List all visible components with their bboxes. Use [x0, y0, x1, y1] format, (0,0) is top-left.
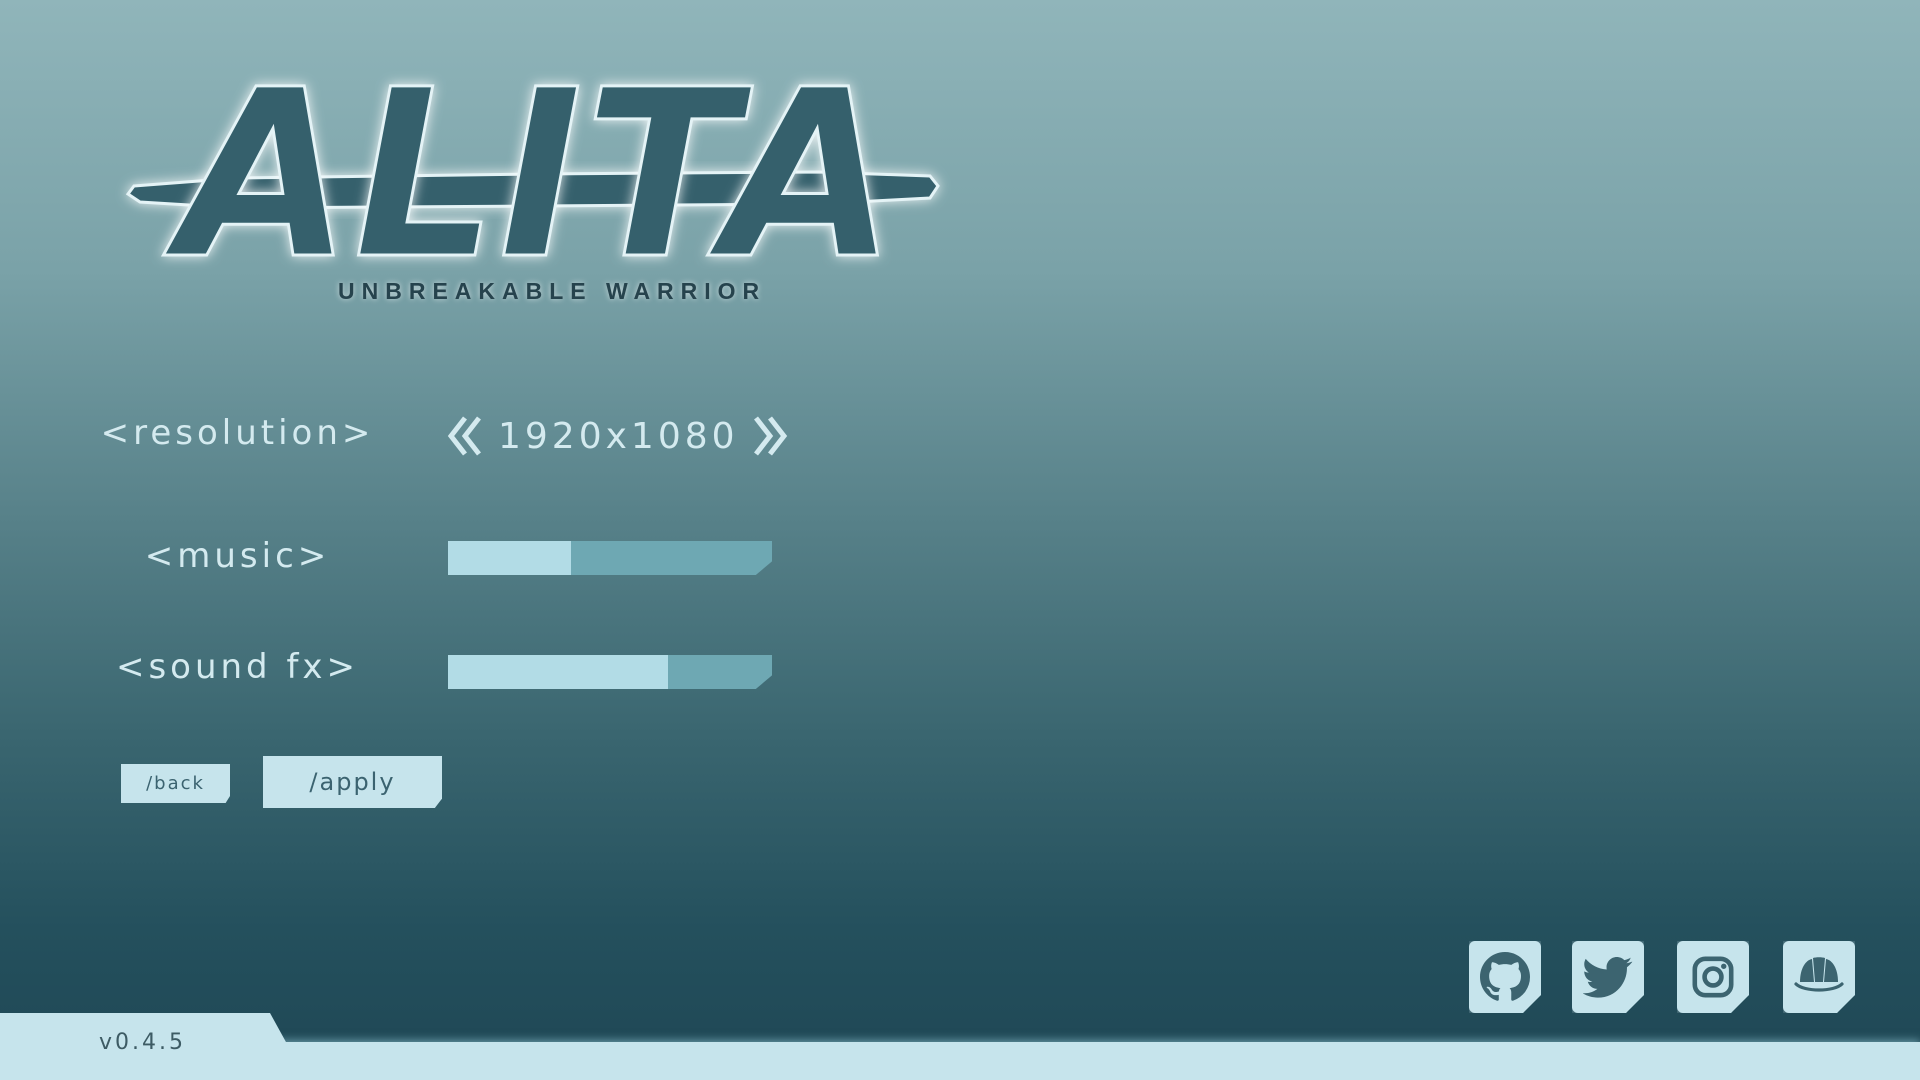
- resolution-value: 1920x1080: [498, 415, 739, 457]
- sound-fx-volume-slider[interactable]: [448, 655, 772, 689]
- version-label: v0.4.5: [99, 1030, 186, 1055]
- double-chevron-right-icon[interactable]: [749, 414, 789, 458]
- logo-title: ALITA: [163, 40, 898, 310]
- logo-graphic: ALITA: [125, 39, 940, 312]
- itchio-icon: [1794, 957, 1844, 992]
- music-slider-fill: [448, 541, 572, 575]
- sound-fx-slider-fill: [448, 655, 669, 689]
- music-volume-slider[interactable]: [448, 541, 772, 575]
- twitter-link[interactable]: [1572, 941, 1644, 1013]
- twitter-icon: [1583, 957, 1633, 998]
- resolution-selector: 1920x1080: [446, 410, 789, 462]
- github-link[interactable]: [1469, 941, 1541, 1013]
- music-label: <music>: [144, 536, 331, 576]
- resolution-label: <resolution>: [100, 413, 375, 453]
- double-chevron-left-icon[interactable]: [446, 414, 486, 458]
- game-logo: ALITA UNBREAKABLE WARRIOR: [118, 39, 958, 320]
- back-button[interactable]: /back: [121, 764, 230, 803]
- logo-subtitle: UNBREAKABLE WARRIOR: [338, 278, 767, 304]
- itchio-link[interactable]: [1783, 941, 1855, 1013]
- instagram-icon: [1692, 956, 1734, 998]
- sound-fx-label: <sound fx>: [115, 647, 360, 687]
- instagram-link[interactable]: [1677, 941, 1749, 1013]
- apply-button[interactable]: /apply: [263, 756, 442, 808]
- github-icon: [1480, 952, 1530, 1001]
